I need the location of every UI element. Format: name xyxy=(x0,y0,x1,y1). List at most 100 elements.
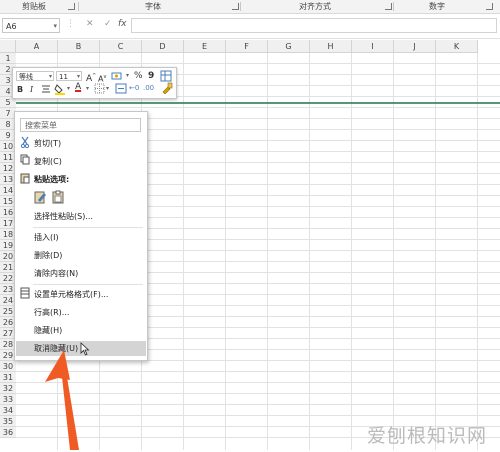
bold-icon[interactable]: B xyxy=(17,85,23,95)
menu-item-label: 粘贴选项: xyxy=(34,175,70,184)
grid-column-line xyxy=(309,53,310,450)
row-header-34[interactable]: 34 xyxy=(0,405,16,416)
cancel-icon[interactable]: ✕ xyxy=(86,19,94,29)
row-header-33[interactable]: 33 xyxy=(0,394,16,405)
chevron-down-icon[interactable]: ▾ xyxy=(67,84,70,94)
column-header-k[interactable]: K xyxy=(436,40,478,53)
menu-item-label: 剪切(T) xyxy=(34,139,62,148)
ribbon-divider xyxy=(240,2,241,11)
format-cells-icon xyxy=(20,287,30,305)
menu-item-paste-special[interactable]: 选择性粘贴(S)... xyxy=(16,209,146,224)
chevron-down-icon: ▾ xyxy=(76,73,80,80)
menu-item-insert[interactable]: 插入(I) xyxy=(16,230,146,245)
font-launcher-icon[interactable] xyxy=(232,3,239,10)
font-color-icon[interactable]: A xyxy=(75,82,81,92)
percent-style-icon[interactable]: % xyxy=(134,71,143,81)
formula-bar: A6 ▾ ⋮ ✕ ✓ fx xyxy=(0,14,500,39)
merge-center-icon[interactable] xyxy=(115,83,127,97)
menu-item-copy[interactable]: 复制(C) xyxy=(16,154,146,169)
column-header-h[interactable]: H xyxy=(310,40,352,53)
column-header-e[interactable]: E xyxy=(184,40,226,53)
row-header-31[interactable]: 31 xyxy=(0,372,16,383)
menu-item-label: 选择性粘贴(S)... xyxy=(34,212,93,221)
fill-color-icon[interactable] xyxy=(54,83,66,98)
grid-column-line xyxy=(435,53,436,450)
borders-icon[interactable] xyxy=(94,83,105,97)
formula-input[interactable] xyxy=(131,18,497,33)
watermark: 爱刨根知识网 xyxy=(367,425,488,447)
chevron-down-icon[interactable]: ▾ xyxy=(86,84,89,94)
column-header-f[interactable]: F xyxy=(226,40,268,53)
ribbon-group-bar: 剪贴板 字体 对齐方式 数字 xyxy=(0,0,500,14)
paste-icon xyxy=(20,172,30,190)
hidden-row-marker xyxy=(16,102,500,104)
grid-row-line xyxy=(16,63,500,64)
paste-clipboard-icon[interactable] xyxy=(52,190,65,204)
menu-item-label: 复制(C) xyxy=(34,157,62,166)
annotation-arrow-icon xyxy=(40,350,90,452)
format-painter-icon[interactable] xyxy=(161,82,173,97)
decrease-decimal-icon[interactable]: .00 xyxy=(143,83,154,93)
insert-function-icon[interactable]: fx xyxy=(118,19,127,29)
chevron-down-icon: ▾ xyxy=(48,73,52,80)
font-name-select[interactable]: 等线 ▾ xyxy=(16,71,54,81)
menu-item-delete[interactable]: 删除(D) xyxy=(16,248,146,263)
menu-item-label: 隐藏(H) xyxy=(34,326,63,335)
menu-item-paste-options: 粘贴选项: xyxy=(16,172,146,187)
menu-search-input[interactable]: 搜索菜单 xyxy=(20,118,141,132)
name-box-value: A6 xyxy=(6,22,17,31)
select-all-corner[interactable] xyxy=(0,40,16,53)
chevron-down-icon[interactable]: ▾ xyxy=(106,84,109,94)
menu-item-cut[interactable]: 剪切(T) xyxy=(16,136,146,151)
ribbon-group-number: 数字 xyxy=(429,2,445,11)
ribbon-divider xyxy=(78,2,79,11)
copy-icon xyxy=(20,154,30,172)
enter-icon[interactable]: ✓ xyxy=(104,19,112,29)
menu-item-label: 行高(R)... xyxy=(34,308,70,317)
chevron-down-icon[interactable]: ▾ xyxy=(126,71,129,81)
menu-item-label: 设置单元格格式(F)... xyxy=(34,290,109,299)
column-header-i[interactable]: I xyxy=(352,40,394,53)
grid-column-line xyxy=(477,53,478,450)
grid-row-line xyxy=(16,107,500,108)
mini-toolbar: 等线 ▾ 11 ▾ A^ Av ▾ % 9 B I ▾ A ▾ ▾ ←0 .00 xyxy=(12,67,177,99)
context-menu: 搜索菜单 剪切(T) 复制(C) 粘贴选项: 选择性粘贴(S)... 插入(I)… xyxy=(14,111,148,361)
alignment-launcher-icon[interactable] xyxy=(385,3,392,10)
menu-item-clear-contents[interactable]: 清除内容(N) xyxy=(16,266,146,281)
column-header-a[interactable]: A xyxy=(16,40,58,53)
more-options-icon: ⋮ xyxy=(66,19,75,29)
font-name-value: 等线 xyxy=(19,73,33,81)
menu-item-label: 清除内容(N) xyxy=(34,269,79,278)
row-header-1[interactable]: 1 xyxy=(0,53,16,64)
scissors-icon xyxy=(20,136,30,154)
comma-style-icon[interactable]: 9 xyxy=(148,71,154,81)
grid-column-line xyxy=(225,53,226,450)
name-box[interactable]: A6 ▾ xyxy=(2,18,60,33)
font-size-value: 11 xyxy=(59,73,68,81)
paste-formatting-icon[interactable] xyxy=(34,190,47,204)
clipboard-launcher-icon[interactable] xyxy=(68,3,75,10)
ribbon-group-alignment: 对齐方式 xyxy=(299,2,331,11)
column-header-j[interactable]: J xyxy=(394,40,436,53)
menu-item-row-height[interactable]: 行高(R)... xyxy=(16,305,146,320)
number-launcher-icon[interactable] xyxy=(486,3,493,10)
chevron-down-icon[interactable]: ▾ xyxy=(53,19,57,34)
column-header-c[interactable]: C xyxy=(100,40,142,53)
grid-column-line xyxy=(183,53,184,450)
row-header-30[interactable]: 30 xyxy=(0,361,16,372)
row-header-35[interactable]: 35 xyxy=(0,416,16,427)
column-header-g[interactable]: G xyxy=(268,40,310,53)
italic-icon[interactable]: I xyxy=(30,85,33,95)
menu-item-format-cells[interactable]: 设置单元格格式(F)... xyxy=(16,287,146,302)
row-header-36[interactable]: 36 xyxy=(0,427,16,438)
font-size-select[interactable]: 11 ▾ xyxy=(56,71,82,81)
grid-column-line xyxy=(267,53,268,450)
column-header-d[interactable]: D xyxy=(142,40,184,53)
row-header-32[interactable]: 32 xyxy=(0,383,16,394)
menu-item-hide[interactable]: 隐藏(H) xyxy=(16,323,146,338)
align-center-icon[interactable] xyxy=(41,84,51,97)
menu-item-label: 插入(I) xyxy=(34,233,59,242)
increase-decimal-icon[interactable]: ←0 xyxy=(129,83,139,93)
grid-column-line xyxy=(393,53,394,450)
column-header-b[interactable]: B xyxy=(58,40,100,53)
